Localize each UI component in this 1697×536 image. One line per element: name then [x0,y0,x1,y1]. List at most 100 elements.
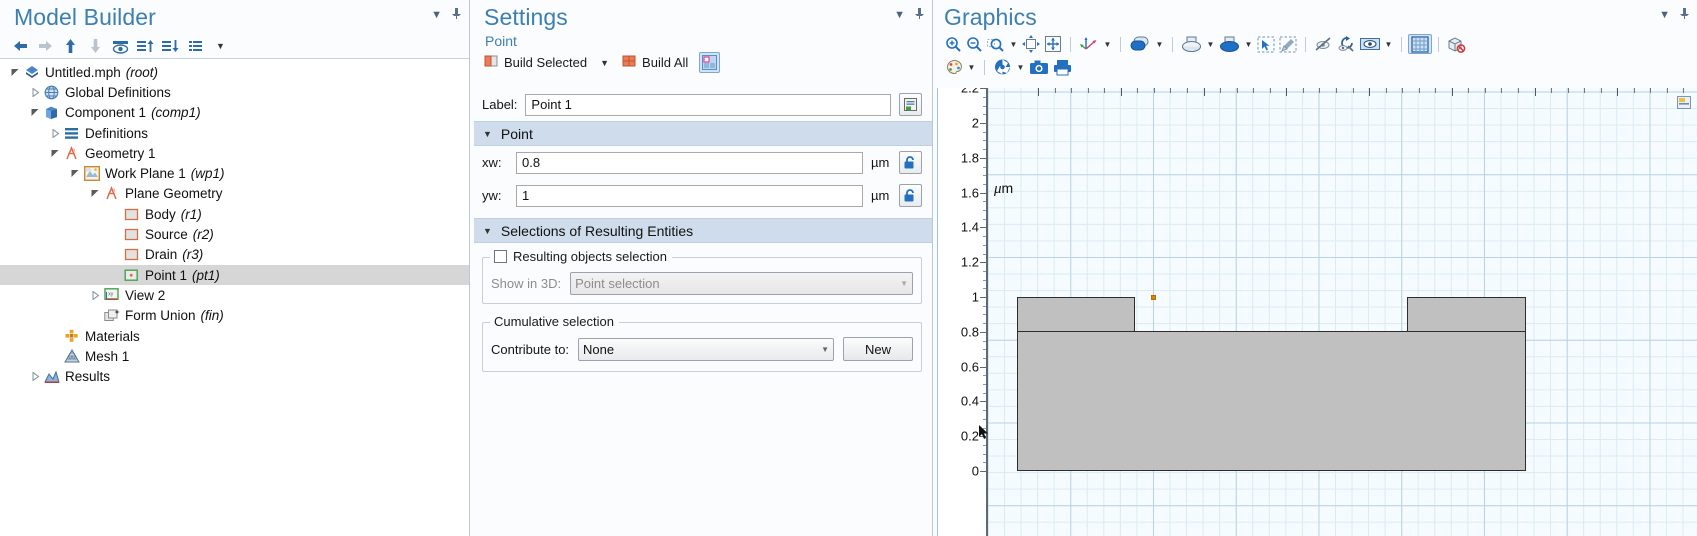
tree-item-results[interactable]: Results [0,366,469,386]
up-arrow-icon[interactable] [58,36,83,56]
chevron-down-icon[interactable] [8,68,23,77]
down-arrow-icon[interactable] [83,36,108,56]
zoom-in-icon[interactable] [943,34,964,54]
chevron-right-icon[interactable] [88,291,103,300]
wireframe-caret[interactable]: ▼ [1204,40,1217,49]
xw-unlock-icon[interactable] [899,151,922,174]
graphics-menu-caret-icon[interactable]: ▼ [1659,10,1670,21]
tree-item-source[interactable]: Source(r2) [0,224,469,244]
panel-menu-caret-icon[interactable]: ▼ [431,10,442,21]
selections-section-header[interactable]: ▼ Selections of Resulting Entities [474,218,932,243]
plot-area[interactable] [988,88,1697,536]
settings-pin-icon[interactable] [915,8,924,22]
settings-body: Label: ▼ Point xw: µm [470,88,932,536]
label-note-icon[interactable] [899,93,922,116]
zoom-to-selection-icon[interactable] [1042,34,1064,54]
list-options-icon[interactable] [183,36,208,56]
chevron-down-icon[interactable] [68,169,83,178]
build-preview-icon[interactable] [699,52,720,73]
panel-pin-icon[interactable] [452,8,461,22]
x-axis-minor-tick [1336,88,1337,93]
tree-item-plane-geometry[interactable]: APlane Geometry [0,184,469,204]
clear-selection-icon[interactable] [1277,34,1299,54]
tree-item-component-1[interactable]: Component 1(comp1) [0,103,469,123]
show-hide-icon[interactable] [108,36,133,56]
zoom-extents-icon[interactable] [1020,34,1042,54]
zoom-box-icon[interactable] [985,34,1007,54]
build-selected-caret-icon[interactable]: ▼ [598,58,611,68]
graphics-canvas[interactable]: 2.221.81.61.41.210.80.60.40.20 μ [937,88,1697,536]
yw-input[interactable] [516,185,863,207]
tree-item-definitions[interactable]: Definitions [0,123,469,143]
collapse-all-icon[interactable] [133,36,158,56]
tree-item-point-1[interactable]: Point 1(pt1) [0,265,469,285]
axis-orientation-icon[interactable] [1077,34,1101,54]
resulting-objects-checkbox[interactable] [494,250,507,263]
expand-all-icon[interactable] [158,36,183,56]
snapshot-caret[interactable]: ▼ [1014,63,1027,72]
point-section-header[interactable]: ▼ Point [474,121,932,146]
x-axis-minor-tick [1237,88,1238,93]
print-icon[interactable] [1051,57,1074,77]
settings-header-controls: ▼ [894,8,924,22]
tree-item-work-plane-1[interactable]: Work Plane 1(wp1) [0,163,469,183]
transparency-icon[interactable] [1127,34,1153,54]
back-arrow-icon[interactable] [8,36,33,56]
contribute-to-select[interactable]: None ▼ [578,338,834,361]
chevron-right-icon[interactable] [48,129,63,138]
yw-unlock-icon[interactable] [899,184,922,207]
x-axis-minor-tick [1435,88,1436,93]
hide-objects-icon[interactable] [1445,34,1468,54]
color-palette-icon[interactable] [943,57,965,77]
transparency-caret[interactable]: ▼ [1153,40,1166,49]
color-palette-caret[interactable]: ▼ [965,63,978,72]
hide-geometry-icon[interactable] [1312,34,1335,54]
tree-item-form-union[interactable]: Form Union(fin) [0,306,469,326]
chevron-right-icon[interactable] [28,88,43,97]
settings-menu-caret-icon[interactable]: ▼ [894,10,905,21]
tree-item-global-definitions[interactable]: Global Definitions [0,82,469,102]
tree-item-materials[interactable]: Materials [0,326,469,346]
model-tree[interactable]: Untitled.mph(root)Global DefinitionsComp… [0,58,469,536]
label-field-label: Label: [482,97,517,112]
tree-item-mesh-1[interactable]: Mesh 1 [0,346,469,366]
globe-icon [43,84,60,100]
chevron-right-icon[interactable] [28,372,43,381]
geometry-shape-drain[interactable] [1407,297,1526,332]
graphics-pin-icon[interactable] [1680,8,1689,22]
list-options-caret-icon[interactable]: ▼ [208,36,233,56]
tree-item-label: Untitled.mph [45,65,121,80]
reset-hiding-icon[interactable] [1335,34,1358,54]
build-all-button[interactable]: Build All [618,52,692,73]
label-input[interactable] [525,94,891,116]
build-selected-button[interactable]: Build Selected [480,52,591,73]
new-cumulative-selection-button[interactable]: New [843,337,913,361]
zoom-box-dropdown-caret[interactable]: ▼ [1007,40,1020,49]
scene-light-caret[interactable]: ▼ [1242,40,1255,49]
axis-orientation-caret[interactable]: ▼ [1101,40,1114,49]
view-hidden-icon[interactable] [1358,34,1382,54]
chevron-down-icon[interactable] [48,149,63,158]
chevron-down-icon[interactable] [88,189,103,198]
graphics-toolbar: ▼ ▼ ▼ [933,32,1697,78]
tree-item-geometry-1[interactable]: AGeometry 1 [0,143,469,163]
point-marker-pt1[interactable] [1151,295,1156,300]
show-in-3d-select[interactable]: Point selection ▼ [570,272,913,295]
chevron-down-icon[interactable] [28,108,43,117]
tree-item-view-2[interactable]: xyView 2 [0,285,469,305]
scene-light-icon[interactable] [1217,34,1242,54]
tree-item-untitled-mph[interactable]: Untitled.mph(root) [0,62,469,82]
select-box-icon[interactable] [1255,34,1277,54]
xw-input[interactable] [516,152,863,174]
snapshot-settings-icon[interactable] [991,57,1014,77]
camera-icon[interactable] [1027,57,1051,77]
geometry-shape-body[interactable] [1017,331,1526,471]
zoom-out-icon[interactable] [964,34,985,54]
view-hidden-caret[interactable]: ▼ [1382,40,1395,49]
grid-toggle-icon[interactable] [1408,34,1432,54]
tree-item-body[interactable]: Body(r1) [0,204,469,224]
forward-arrow-icon[interactable] [33,36,58,56]
wireframe-rendering-icon[interactable] [1179,34,1204,54]
geometry-shape-source[interactable] [1017,297,1135,332]
tree-item-drain[interactable]: Drain(r3) [0,245,469,265]
